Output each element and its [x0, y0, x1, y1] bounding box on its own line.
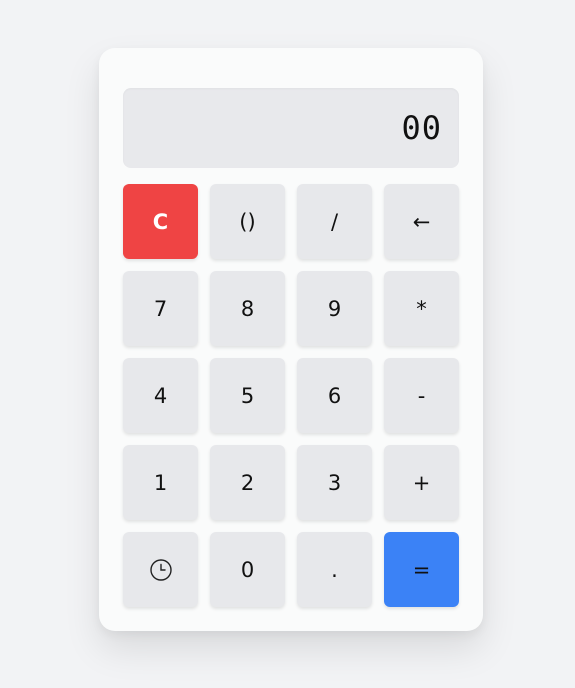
digit-6-button[interactable]: 6: [297, 358, 372, 433]
equals-button[interactable]: =: [384, 532, 459, 607]
clear-button[interactable]: C: [123, 184, 198, 259]
add-button[interactable]: +: [384, 445, 459, 520]
digit-5-button[interactable]: 5: [210, 358, 285, 433]
history-button[interactable]: [123, 532, 198, 607]
multiply-button[interactable]: *: [384, 271, 459, 346]
subtract-button[interactable]: -: [384, 358, 459, 433]
keypad: C () / ← 7 8 9 * 4 5 6 - 1 2 3 + 0 . =: [123, 184, 459, 607]
parentheses-button[interactable]: (): [210, 184, 285, 259]
digit-2-button[interactable]: 2: [210, 445, 285, 520]
display-value: 00: [401, 109, 442, 147]
digit-0-button[interactable]: 0: [210, 532, 285, 607]
digit-7-button[interactable]: 7: [123, 271, 198, 346]
decimal-button[interactable]: .: [297, 532, 372, 607]
backspace-button[interactable]: ←: [384, 184, 459, 259]
digit-8-button[interactable]: 8: [210, 271, 285, 346]
digit-4-button[interactable]: 4: [123, 358, 198, 433]
digit-1-button[interactable]: 1: [123, 445, 198, 520]
clock-icon: [149, 558, 173, 582]
calculator-display: 00: [123, 88, 459, 168]
digit-9-button[interactable]: 9: [297, 271, 372, 346]
divide-button[interactable]: /: [297, 184, 372, 259]
calculator: 00 C () / ← 7 8 9 * 4 5 6 - 1 2 3 + 0 . …: [99, 48, 483, 631]
digit-3-button[interactable]: 3: [297, 445, 372, 520]
